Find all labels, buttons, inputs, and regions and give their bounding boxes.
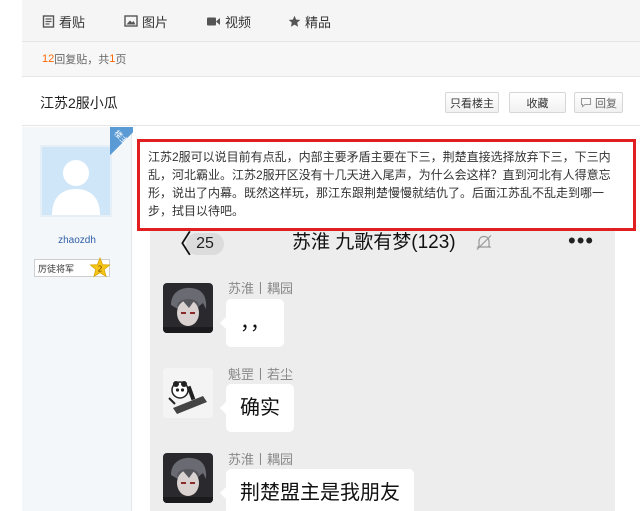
avatar[interactable] xyxy=(40,145,112,217)
favorite-button[interactable]: 收藏 xyxy=(509,92,566,113)
chat-avatar xyxy=(163,453,213,503)
left-gutter xyxy=(0,0,22,511)
tab-bar: 看贴 图片 视频 精品 xyxy=(22,0,640,42)
star-icon xyxy=(288,15,301,27)
unread-count: 25 xyxy=(186,233,224,255)
more-icon: ••• xyxy=(568,228,595,253)
mute-bell-icon xyxy=(476,235,492,250)
document-icon xyxy=(42,14,55,28)
chat-message-bubble: 确实 xyxy=(220,384,294,432)
thread-title: 江苏2服小瓜 xyxy=(40,95,118,111)
tab-images[interactable]: 图片 xyxy=(124,0,168,42)
username[interactable]: zhaozdh xyxy=(22,235,132,246)
chat-message-bubble: ，， xyxy=(220,299,284,347)
chat-group-name: 苏淮 九歌有梦(123) xyxy=(292,232,456,253)
rank-title: 厉徒将军 xyxy=(38,263,75,274)
default-avatar-icon xyxy=(42,147,110,215)
image-icon xyxy=(124,15,138,27)
chat-avatar xyxy=(163,283,213,333)
comment-icon xyxy=(580,97,592,108)
post-text: 江苏2服可以说目前有点乱，内部主要矛盾主要在下三，荆楚直接选择放弃下三，下三内乱… xyxy=(137,139,636,231)
level-number: 2 xyxy=(97,265,102,274)
reply-count: 12 xyxy=(42,53,55,65)
tab-posts[interactable]: 看贴 xyxy=(42,0,85,42)
chat-message-bubble: 荆楚盟主是我朋友 xyxy=(220,469,414,511)
anime-avatar-icon xyxy=(163,283,213,333)
tab-featured[interactable]: 精品 xyxy=(288,0,331,42)
video-icon xyxy=(207,17,220,25)
panda-avatar-icon xyxy=(163,368,213,418)
chat-screenshot: 〈 25 苏淮 九歌有梦(123) ••• 苏淮丨耦园 ，， 魁罡丨若尘 确实 … xyxy=(150,228,615,511)
tab-label: 视频 xyxy=(225,14,252,30)
level-star-icon: 2 xyxy=(89,257,111,278)
author-sidebar: zhaozdh 厉徒将军 2 xyxy=(22,127,132,511)
only-op-button[interactable]: 只看楼主 xyxy=(445,92,499,113)
reply-info: 12 回复贴，共 1 页 xyxy=(22,42,640,77)
anime-avatar-icon xyxy=(163,453,213,503)
rank-badge: 厉徒将军 2 xyxy=(34,257,111,278)
tab-label: 看贴 xyxy=(59,14,86,30)
thread-header: 江苏2服小瓜 只看楼主 收藏 回复 xyxy=(22,78,640,126)
reply-count-suffix: 回复贴，共 xyxy=(54,54,110,66)
tab-label: 精品 xyxy=(305,14,332,30)
chat-sender-name: 苏淮丨耦园 xyxy=(228,452,294,467)
reply-button[interactable]: 回复 xyxy=(574,92,623,113)
tab-label: 图片 xyxy=(142,14,169,30)
chat-header: 〈 25 苏淮 九歌有梦(123) ••• xyxy=(150,228,615,258)
chat-avatar xyxy=(163,368,213,418)
page-count-suffix: 页 xyxy=(115,54,127,66)
chat-sender-name: 苏淮丨耦园 xyxy=(228,281,294,296)
tab-videos[interactable]: 视频 xyxy=(206,0,251,42)
reply-button-label: 回复 xyxy=(595,97,617,110)
chat-sender-name: 魁罡丨若尘 xyxy=(228,367,294,382)
